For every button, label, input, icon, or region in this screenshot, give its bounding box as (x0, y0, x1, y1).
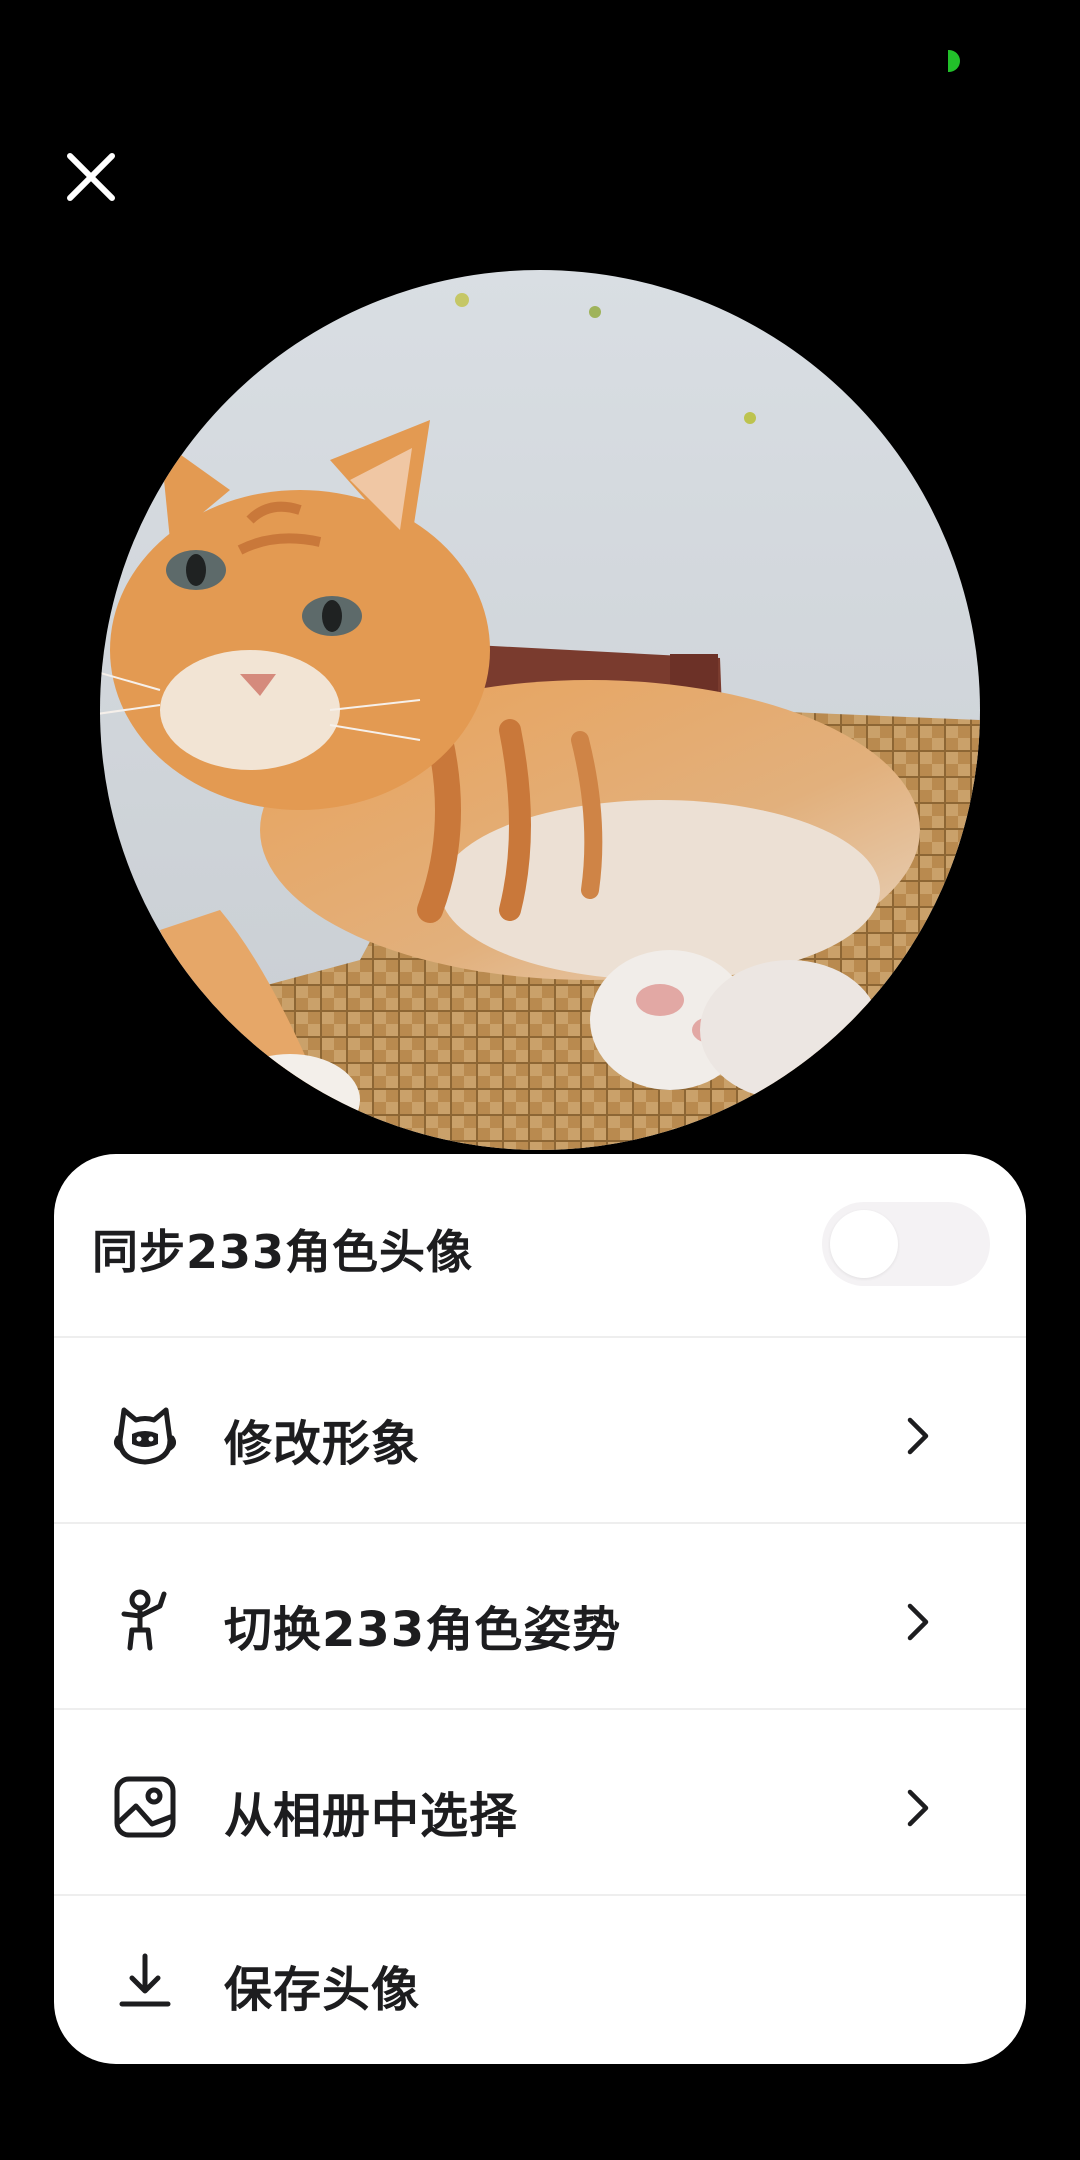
toggle-knob (830, 1210, 898, 1278)
photo-album-icon (114, 1776, 176, 1838)
close-icon (67, 153, 115, 201)
cat-face-icon (113, 1407, 177, 1465)
chevron-right-icon (907, 1603, 929, 1641)
menu-item-edit-appearance[interactable]: 修改形象 (54, 1338, 1026, 1522)
chevron-right-icon (907, 1789, 929, 1827)
status-indicator (948, 50, 960, 72)
character-pose-icon (121, 1589, 167, 1651)
menu-item-label: 从相册中选择 (224, 1788, 519, 1844)
menu-item-choose-from-album[interactable]: 从相册中选择 (54, 1710, 1026, 1894)
menu-item-label: 修改形象 (224, 1416, 421, 1472)
menu-item-label: 保存头像 (224, 1962, 421, 2018)
menu-item-save-avatar[interactable]: 保存头像 (54, 1896, 1026, 2064)
sync-avatar-toggle[interactable] (822, 1202, 990, 1286)
sync-avatar-label: 同步233角色头像 (92, 1225, 474, 1279)
chevron-right-icon (907, 1417, 929, 1455)
sync-avatar-row: 同步233角色头像 (54, 1154, 1026, 1336)
menu-item-switch-pose[interactable]: 切换233角色姿势 (54, 1524, 1026, 1708)
menu-item-label: 切换233角色姿势 (224, 1602, 622, 1658)
close-button[interactable] (56, 142, 126, 212)
avatar-image (100, 270, 980, 1150)
avatar-options-sheet: 同步233角色头像 修改形象 切换233角色姿势 从相册中选择 保存头像 (54, 1154, 1026, 2064)
download-icon (119, 1953, 171, 2007)
